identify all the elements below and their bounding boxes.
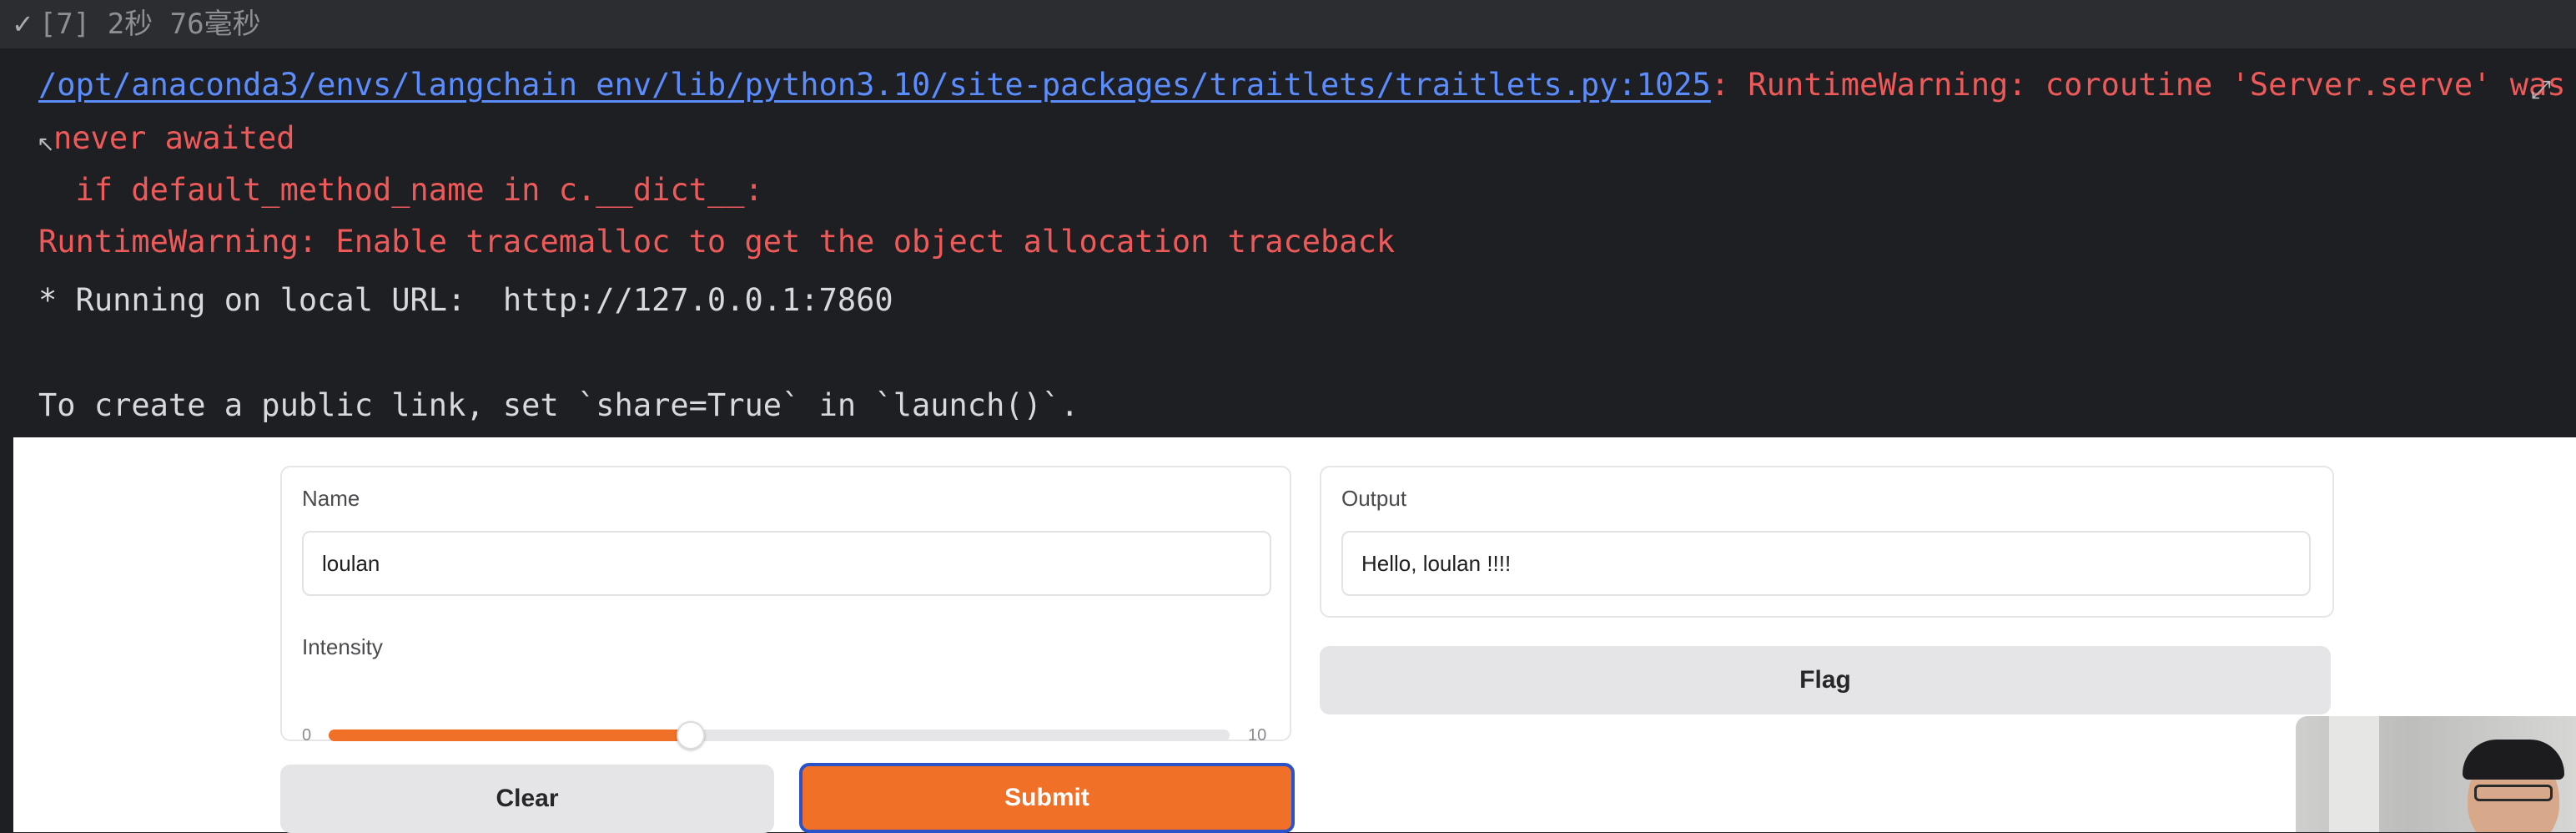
warning-file-link[interactable]: /opt/anaconda3/envs/langchain_env/lib/py… xyxy=(38,67,1711,103)
expand-icon[interactable]: ⤢ xyxy=(2531,75,2551,104)
gradio-app: Name loulan Intensity 4 ↻ 0 10 Output He… xyxy=(13,437,2576,833)
execution-time: [7] 2秒 76毫秒 xyxy=(38,8,261,41)
cell-execution-status: ✓ [7] 2秒 76毫秒 xyxy=(12,7,261,42)
tracemalloc-warning: RuntimeWarning: Enable tracemalloc to ge… xyxy=(38,224,1396,260)
clear-button[interactable]: Clear xyxy=(280,765,774,833)
warning-line: /opt/anaconda3/envs/langchain_env/lib/py… xyxy=(38,63,2566,107)
name-input[interactable]: loulan xyxy=(302,531,1271,596)
slider-min-label: 0 xyxy=(302,726,312,745)
output-label: Output xyxy=(1341,486,1407,511)
cursor-icon: ↖ xyxy=(37,132,55,157)
slider-max-label: 10 xyxy=(1248,726,1267,745)
output-textbox[interactable]: Hello, loulan !!!! xyxy=(1341,531,2311,596)
webcam-overlay xyxy=(2296,716,2576,832)
input-panel: Name loulan Intensity 4 ↻ 0 10 xyxy=(280,466,1538,750)
warning-message: : RuntimeWarning: coroutine 'Server.serv… xyxy=(1710,67,2566,103)
name-label: Name xyxy=(302,486,360,511)
intensity-label: Intensity xyxy=(302,634,383,659)
output-panel: Output Hello, loulan !!!! xyxy=(1320,466,2334,618)
code-line: if default_method_name in c.__dict__: xyxy=(38,172,763,208)
flag-button[interactable]: Flag xyxy=(1320,646,2331,714)
slider-fill xyxy=(329,730,689,741)
cell-header: ✓ [7] 2秒 76毫秒 xyxy=(0,0,2576,48)
slider-thumb[interactable] xyxy=(677,721,705,750)
share-hint-line: To create a public link, set `share=True… xyxy=(38,387,1079,423)
warning-continuation: never awaited xyxy=(53,120,295,156)
submit-button[interactable]: Submit xyxy=(799,763,1295,833)
webcam-background xyxy=(2329,716,2379,832)
check-icon: ✓ xyxy=(12,8,34,40)
running-url-line: * Running on local URL: http://127.0.0.1… xyxy=(38,282,893,318)
intensity-slider[interactable] xyxy=(329,721,1230,750)
presenter-glasses xyxy=(2474,785,2553,801)
presenter-hair xyxy=(2463,740,2564,780)
